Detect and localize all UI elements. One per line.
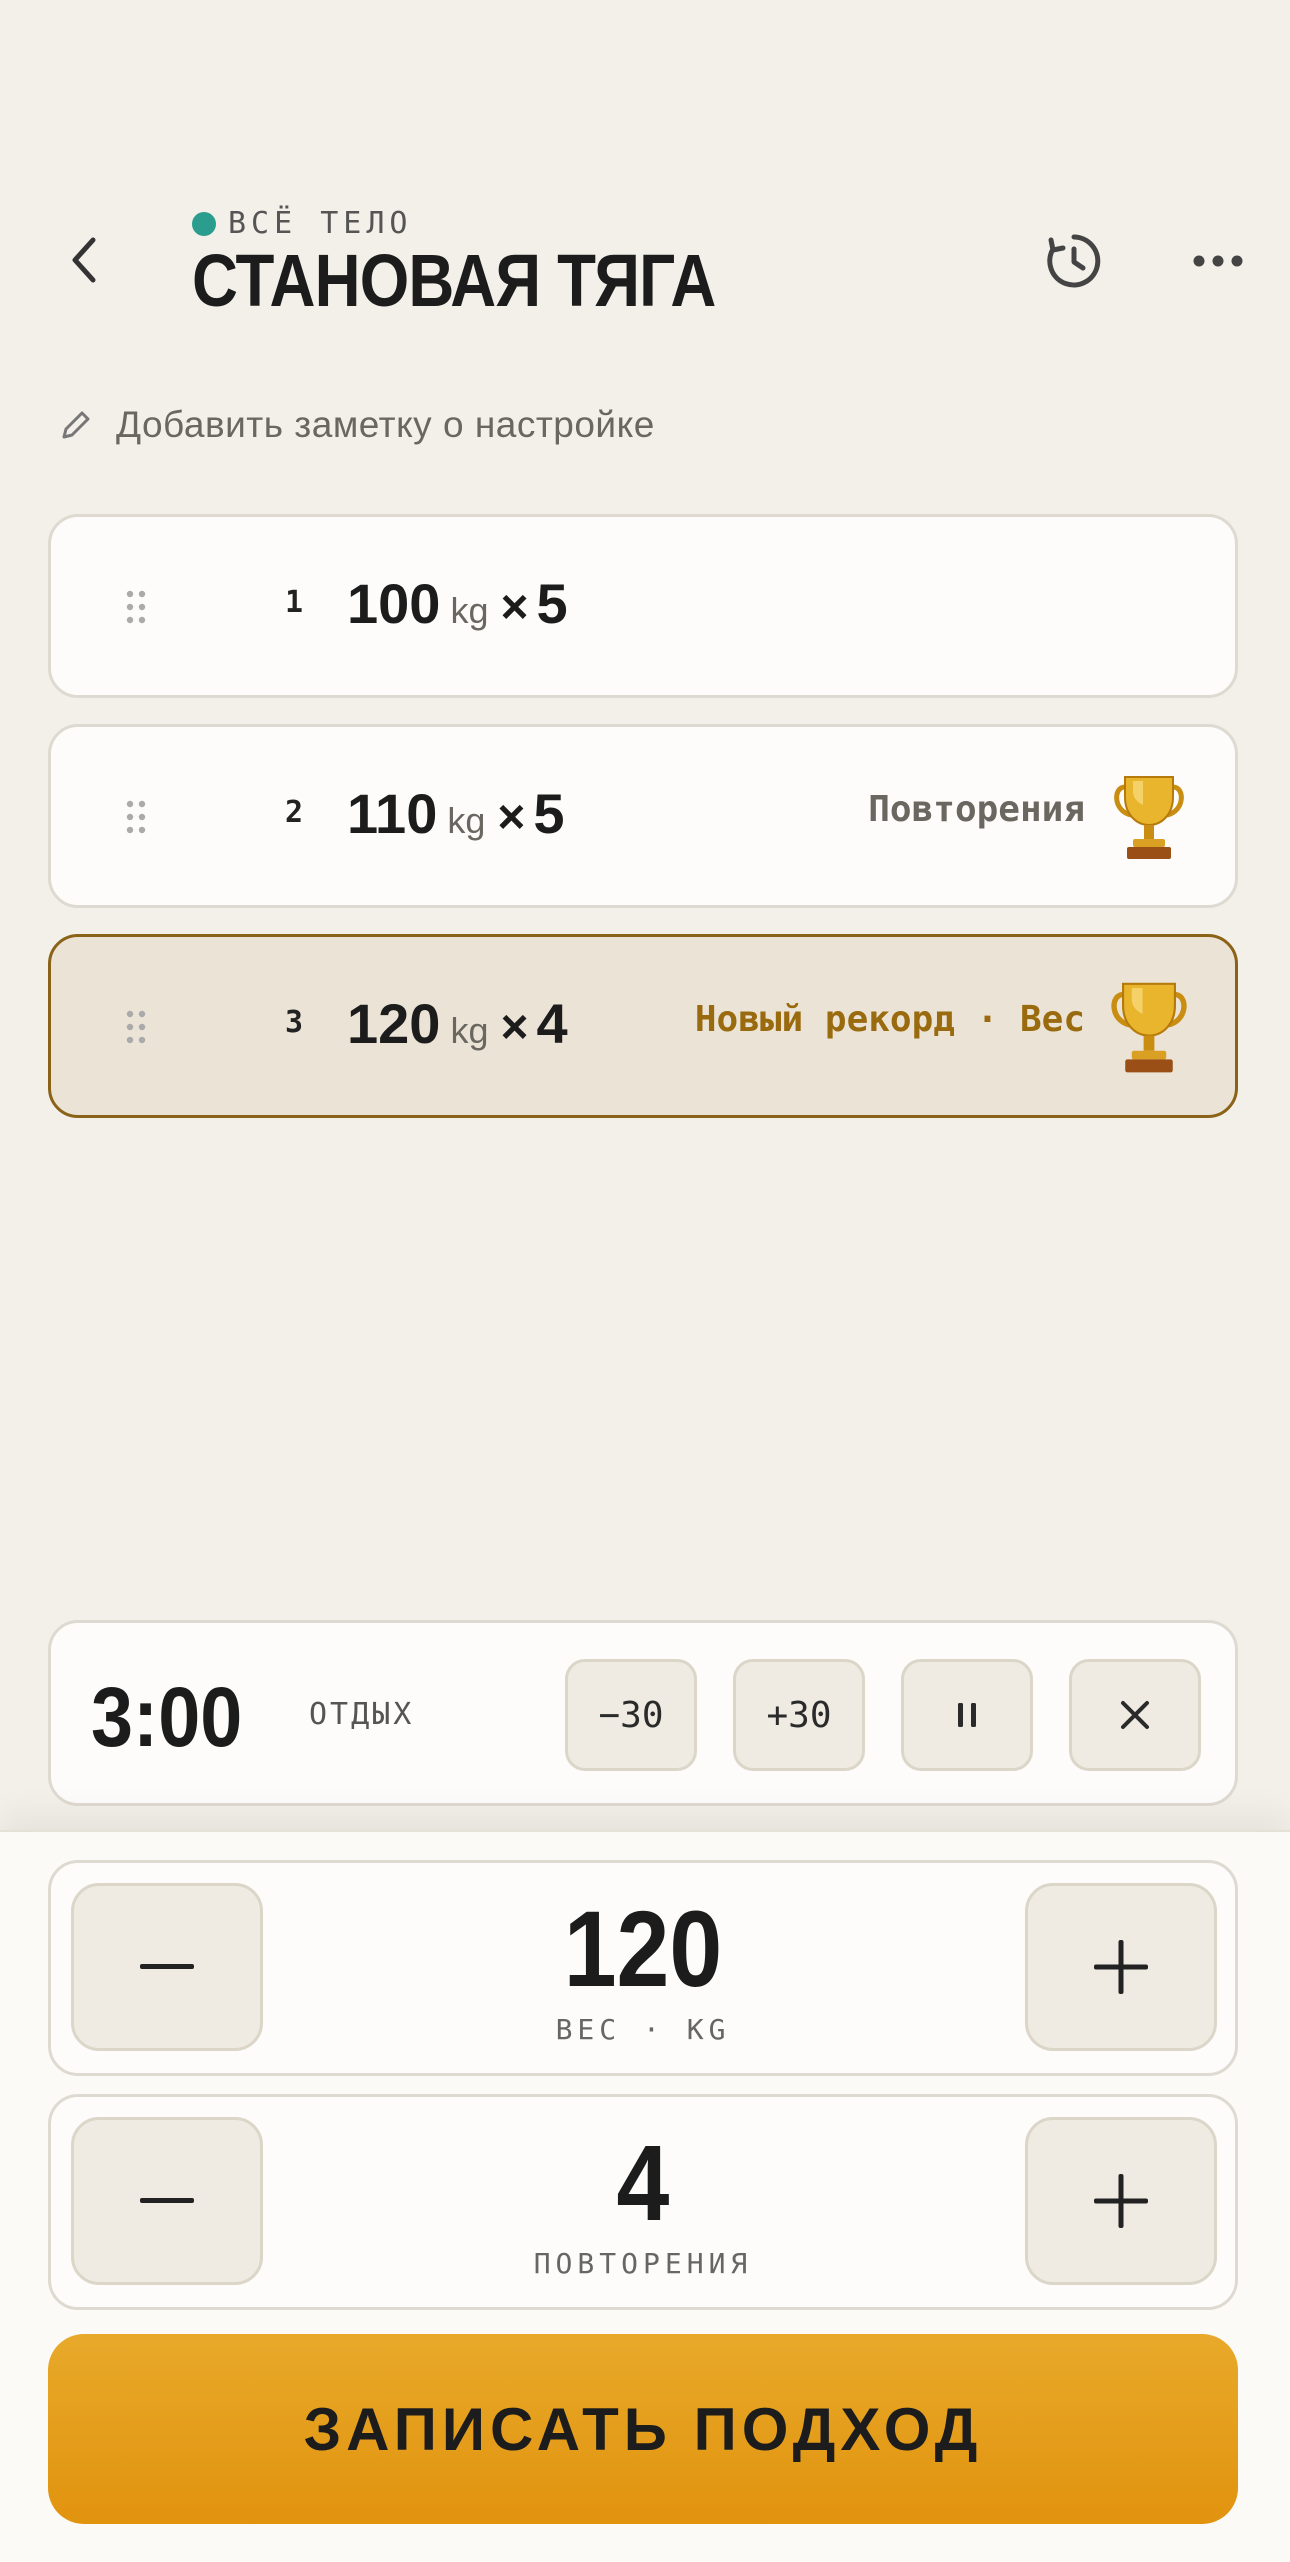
times-sign: × — [497, 791, 526, 844]
rest-timer: 3:00 ОТДЫХ −30 +30 — [48, 1620, 1238, 1806]
reps-stepper: 4 ПОВТОРЕНИЯ — [48, 2094, 1238, 2310]
page-title: СТАНОВАЯ ТЯГА — [192, 239, 716, 322]
pause-icon — [958, 1703, 976, 1727]
add-note-button[interactable]: Добавить заметку о настройке — [58, 404, 655, 446]
trophy-icon — [1111, 982, 1187, 1073]
pencil-icon — [62, 411, 90, 439]
more-horizontal-icon — [1193, 255, 1243, 267]
set-reps: 5 — [533, 782, 565, 845]
add-note-label: Добавить заметку о настройке — [116, 404, 655, 445]
set-number: 3 — [284, 1005, 304, 1040]
timer-time: 3:00 — [91, 1670, 243, 1764]
plus-icon — [1094, 2174, 1148, 2228]
set-unit: kg — [447, 800, 486, 841]
set-weight: 100 — [347, 572, 441, 635]
record-badge: Новый рекорд · Вес — [694, 999, 1085, 1040]
set-unit: kg — [450, 1010, 489, 1051]
set-value: 100 kg × 5 — [347, 571, 568, 636]
set-reps: 4 — [536, 992, 568, 1055]
set-row[interactable]: 2 110 kg × 5 Повторения — [48, 724, 1238, 908]
set-row-active[interactable]: 3 120 kg × 4 Новый рекорд · Вес — [48, 934, 1238, 1118]
minus-30-button[interactable]: −30 — [565, 1659, 697, 1771]
reps-value: 4 — [616, 2122, 670, 2243]
log-set-button[interactable]: ЗАПИСАТЬ ПОДХОД — [48, 2334, 1238, 2524]
set-row[interactable]: 1 100 kg × 5 — [48, 514, 1238, 698]
set-weight: 120 — [347, 992, 441, 1055]
set-value: 120 kg × 4 — [347, 991, 568, 1056]
back-button[interactable] — [58, 228, 110, 292]
set-number: 2 — [284, 795, 304, 830]
close-timer-button[interactable] — [1069, 1659, 1201, 1771]
weight-stepper: 120 ВЕС · KG — [48, 1860, 1238, 2076]
close-icon — [1121, 1701, 1149, 1729]
set-unit: kg — [450, 590, 489, 631]
reps-increase-button[interactable] — [1025, 2117, 1217, 2285]
chevron-left-icon — [72, 237, 96, 283]
drag-handle-icon[interactable] — [125, 799, 147, 835]
set-value: 110 kg × 5 — [347, 781, 565, 846]
weight-increase-button[interactable] — [1025, 1883, 1217, 2051]
set-weight: 110 — [347, 782, 438, 845]
plus-30-button[interactable]: +30 — [733, 1659, 865, 1771]
category-dot — [192, 211, 216, 236]
more-options-button[interactable] — [1190, 236, 1246, 286]
trophy-icon — [1114, 776, 1184, 859]
timer-label: ОТДЫХ — [309, 1697, 415, 1732]
set-reps: 5 — [536, 572, 568, 635]
drag-handle-icon[interactable] — [125, 1009, 147, 1045]
times-sign: × — [500, 581, 529, 634]
pause-button[interactable] — [901, 1659, 1033, 1771]
history-icon — [1047, 234, 1101, 288]
exercise-category: ВСЁ ТЕЛО — [192, 206, 413, 241]
pr-badge: Повторения — [868, 789, 1085, 830]
category-label: ВСЁ ТЕЛО — [228, 206, 413, 241]
drag-handle-icon[interactable] — [125, 589, 147, 625]
weight-value: 120 — [563, 1888, 723, 2009]
history-button[interactable] — [1040, 228, 1108, 294]
set-number: 1 — [284, 585, 304, 620]
plus-icon — [1094, 1940, 1148, 1994]
times-sign: × — [500, 1001, 529, 1054]
